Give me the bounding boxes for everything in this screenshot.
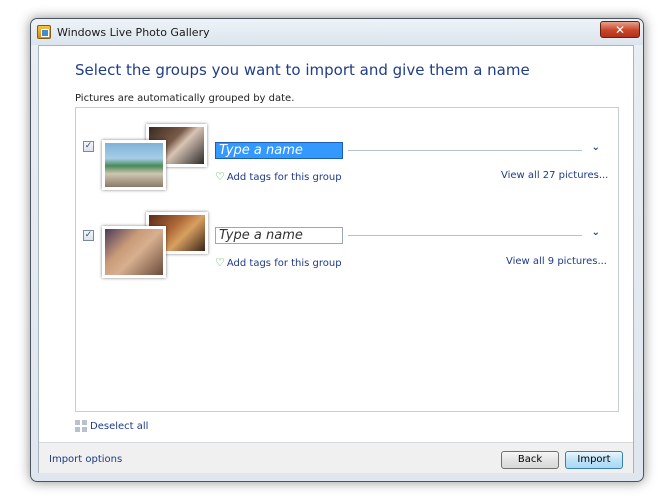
tag-add-icon: ♡ [215,256,225,269]
photo-group: ✓ ⌄ ♡Add tags for this group View all 9 … [76,212,620,292]
grouping-info-text: Pictures are automatically grouped by da… [75,93,295,104]
import-button[interactable]: Import [565,451,623,469]
group-thumbnail-front [102,226,166,278]
view-all-pictures-link[interactable]: View all 27 pictures... [501,170,608,181]
group-list[interactable]: ✓ ⌄ ♡Add tags for this group View all 27… [75,107,619,412]
photo-group: ✓ ⌄ ♡Add tags for this group View all 27… [76,122,620,202]
group-thumbnail-front [102,140,166,190]
chevron-down-icon[interactable]: ⌄ [592,142,600,153]
group-separator-line [348,235,582,236]
back-button[interactable]: Back [501,451,559,469]
group-checkbox[interactable]: ✓ [83,230,94,241]
import-window: Windows Live Photo Gallery ✕ Select the … [30,18,644,482]
view-all-pictures-link[interactable]: View all 9 pictures... [506,256,607,267]
tag-add-icon: ♡ [215,170,225,183]
chevron-down-icon[interactable]: ⌄ [592,227,600,238]
window-title: Windows Live Photo Gallery [57,26,210,39]
add-tags-label: Add tags for this group [226,258,342,269]
add-tags-label: Add tags for this group [226,172,342,183]
select-grid-icon [75,420,87,432]
import-options-link[interactable]: Import options [49,454,122,465]
title-bar[interactable]: Windows Live Photo Gallery ✕ [31,19,643,45]
group-name-input[interactable] [215,227,343,244]
group-checkbox[interactable]: ✓ [83,141,94,152]
photo-gallery-icon [37,25,51,39]
deselect-all-label: Deselect all [90,421,149,432]
dialog-footer: Import options Back Import [39,442,633,473]
close-button[interactable]: ✕ [600,21,640,38]
group-separator-line [348,150,582,151]
add-tags-link[interactable]: ♡ Add tags for this group [215,170,342,183]
add-tags-link[interactable]: ♡ Add tags for this group [215,256,342,269]
dialog-body: Select the groups you want to import and… [38,45,634,473]
group-name-input[interactable] [215,142,343,159]
page-heading: Select the groups you want to import and… [75,61,530,79]
deselect-all-link[interactable]: Deselect all [75,420,148,432]
